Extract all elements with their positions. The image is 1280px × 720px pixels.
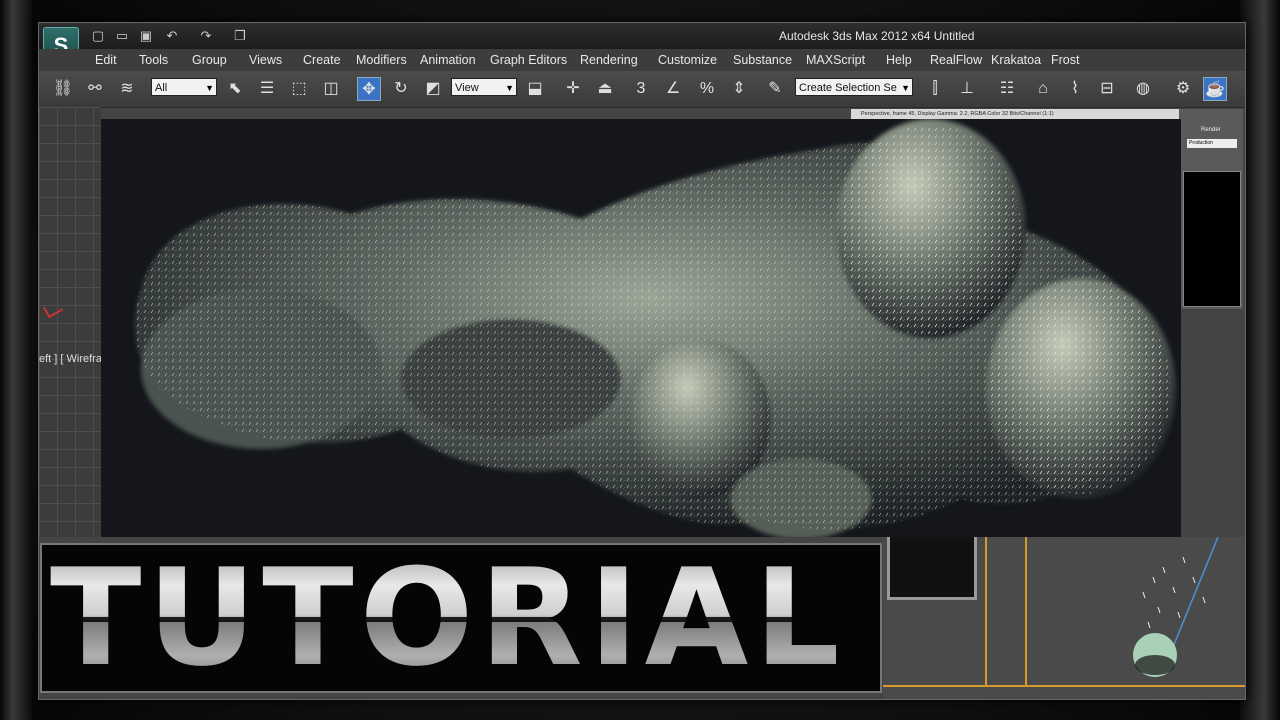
align-icon[interactable]: ⊥	[955, 77, 979, 101]
rendered-image	[101, 119, 1181, 537]
layer-manager-icon[interactable]: ☷	[995, 77, 1019, 101]
pivot-center-icon[interactable]: ⬓	[523, 77, 547, 101]
tutorial-title: TUTORIAL	[50, 545, 880, 691]
menu-customize[interactable]: Customize	[658, 53, 717, 67]
spinner-snap-icon[interactable]: ⇕	[727, 77, 751, 101]
left-viewport[interactable]: eft ] [ Wirefra	[39, 107, 102, 537]
menu-substance[interactable]: Substance	[733, 53, 792, 67]
select-and-link-icon[interactable]: ⛓	[51, 77, 75, 101]
menu-frost[interactable]: Frost	[1051, 53, 1079, 67]
bind-space-warp-icon[interactable]: ≋	[115, 77, 139, 101]
menu-graph-editors[interactable]: Graph Editors	[490, 53, 567, 67]
menu-realflow[interactable]: RealFlow	[930, 53, 982, 67]
menu-help[interactable]: Help	[886, 53, 912, 67]
right-frame-decoration	[1240, 0, 1280, 720]
schematic-view-icon[interactable]: ⊟	[1095, 77, 1119, 101]
viewport-label[interactable]: eft ] [ Wirefra	[39, 353, 102, 365]
particle-emitter-preview	[1133, 537, 1219, 677]
named-selection-dropdown[interactable]: Create Selection Se ▼	[795, 78, 913, 96]
reference-coordinate-value: View	[455, 82, 479, 94]
select-by-name-icon[interactable]: ☰	[255, 77, 279, 101]
project-folder-icon[interactable]: ❐	[231, 27, 249, 45]
menu-views[interactable]: Views	[249, 53, 282, 67]
left-frame-decoration	[0, 0, 32, 720]
rectangular-selection-icon[interactable]: ⬚	[287, 77, 311, 101]
render-setup-icon[interactable]: ⚙	[1171, 77, 1195, 101]
select-and-move-icon[interactable]: ✥	[357, 77, 381, 101]
guide-line	[1025, 537, 1027, 687]
menu-bar: Edit Tools Group Views Create Modifiers …	[39, 49, 1245, 71]
tutorial-overlay-banner: TUTORIAL	[40, 543, 882, 693]
redo-icon[interactable]: ↷	[197, 27, 215, 45]
open-file-icon[interactable]: ▭	[113, 27, 131, 45]
window-crossing-icon[interactable]: ◫	[319, 77, 343, 101]
mirror-icon[interactable]: ⫿	[923, 77, 947, 101]
named-selection-placeholder: Create Selection Se	[799, 82, 897, 94]
render-preset-dropdown[interactable]: Production	[1187, 139, 1237, 148]
select-and-rotate-icon[interactable]: ↻	[389, 77, 413, 101]
axis-tripod-icon	[43, 299, 63, 319]
graphite-tools-icon[interactable]: ⌂	[1031, 77, 1055, 101]
save-file-icon[interactable]: ▣	[137, 27, 155, 45]
menu-edit[interactable]: Edit	[95, 53, 117, 67]
menu-krakatoa[interactable]: Krakatoa	[991, 53, 1041, 67]
render-label: Render	[1201, 127, 1221, 133]
select-object-icon[interactable]: ⬉	[223, 77, 247, 101]
percent-snap-icon[interactable]: %	[695, 77, 719, 101]
chevron-down-icon: ▼	[901, 83, 910, 93]
select-and-manipulate-icon[interactable]: ✛	[561, 77, 585, 101]
render-setup-panel: Render Production	[1179, 109, 1243, 309]
guide-line	[985, 537, 987, 687]
chevron-down-icon: ▼	[505, 83, 514, 93]
title-bar: ▢ ▭ ▣ ↶ ↷ ❐ Autodesk 3ds Max 2012 x64 Un…	[39, 23, 1245, 49]
menu-group[interactable]: Group	[192, 53, 227, 67]
percent-snap-label: %	[699, 80, 715, 97]
main-toolbar: ⛓ ⚯ ≋ All ▼ ⬉ ☰ ⬚ ◫ ✥ ↻ ◩ View ▼ ⬓ ✛ ⏏ 3 ∠…	[39, 71, 1245, 108]
menu-rendering[interactable]: Rendering	[580, 53, 638, 67]
angle-snap-icon[interactable]: ∠	[661, 77, 685, 101]
menu-animation[interactable]: Animation	[420, 53, 476, 67]
viewport-frame	[887, 537, 977, 600]
right-viewport[interactable]	[883, 537, 1245, 699]
render-preview	[1183, 171, 1241, 307]
select-and-scale-icon[interactable]: ◩	[421, 77, 445, 101]
curve-editor-icon[interactable]: ⌇	[1063, 77, 1087, 101]
menu-maxscript[interactable]: MAXScript	[806, 53, 865, 67]
new-file-icon[interactable]: ▢	[89, 27, 107, 45]
snaps-toggle-label: 3	[636, 80, 646, 97]
keyboard-shortcut-override-icon[interactable]: ⏏	[593, 77, 617, 101]
snaps-toggle-icon[interactable]: 3	[629, 77, 653, 101]
selection-filter-value: All	[155, 82, 168, 94]
edit-named-selection-icon[interactable]: ✎	[763, 77, 787, 101]
menu-modifiers[interactable]: Modifiers	[356, 53, 407, 67]
menu-create[interactable]: Create	[303, 53, 341, 67]
window-title: Autodesk 3ds Max 2012 x64 Untitled	[779, 29, 975, 43]
undo-icon[interactable]: ↶	[163, 27, 181, 45]
render-production-icon[interactable]: ☕	[1203, 77, 1227, 101]
fur-particle-render	[101, 119, 1181, 537]
menu-tools[interactable]: Tools	[139, 53, 168, 67]
unlink-icon[interactable]: ⚯	[83, 77, 107, 101]
chevron-down-icon: ▼	[205, 83, 214, 93]
selection-filter-dropdown[interactable]: All ▼	[151, 78, 217, 96]
reference-coordinate-dropdown[interactable]: View ▼	[451, 78, 517, 96]
material-editor-icon[interactable]: ◍	[1131, 77, 1155, 101]
